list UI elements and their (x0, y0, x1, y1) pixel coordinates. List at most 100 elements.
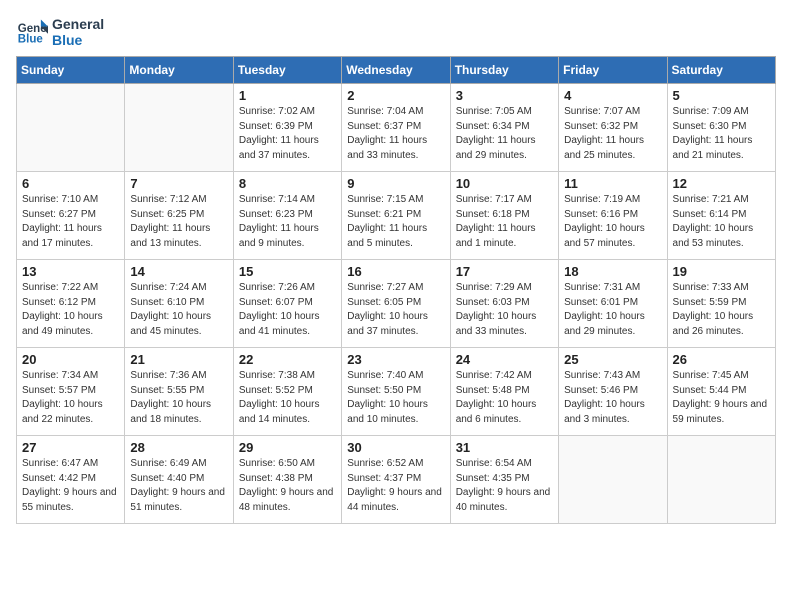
day-info: Sunrise: 7:34 AMSunset: 5:57 PMDaylight:… (22, 369, 119, 427)
calendar-cell: 31 Sunrise: 6:54 AMSunset: 4:35 PMDayligh… (450, 436, 558, 524)
day-number: 17 (456, 264, 553, 279)
day-number: 19 (673, 264, 770, 279)
day-info: Sunrise: 7:14 AMSunset: 6:23 PMDaylight:… (239, 193, 336, 251)
day-number: 22 (239, 352, 336, 367)
calendar-cell (559, 436, 667, 524)
calendar-cell: 23 Sunrise: 7:40 AMSunset: 5:50 PMDayligh… (342, 348, 450, 436)
day-info: Sunrise: 7:04 AMSunset: 6:37 PMDaylight:… (347, 105, 444, 163)
calendar-week-2: 6 Sunrise: 7:10 AMSunset: 6:27 PMDaylight… (17, 172, 776, 260)
day-info: Sunrise: 6:47 AMSunset: 4:42 PMDaylight:… (22, 457, 119, 515)
logo: General Blue General Blue (16, 16, 104, 48)
day-info: Sunrise: 7:15 AMSunset: 6:21 PMDaylight:… (347, 193, 444, 251)
day-number: 13 (22, 264, 119, 279)
day-info: Sunrise: 7:17 AMSunset: 6:18 PMDaylight:… (456, 193, 553, 251)
calendar-cell: 29Sunrise: 6:50 AMSunset: 4:38 PMDayligh… (233, 436, 341, 524)
calendar-cell: 18 Sunrise: 7:31 AMSunset: 6:01 PMDayligh… (559, 260, 667, 348)
calendar-week-1: 1 Sunrise: 7:02 AMSunset: 6:39 PMDaylight… (17, 84, 776, 172)
calendar-cell: 12Sunrise: 7:21 AMSunset: 6:14 PMDayligh… (667, 172, 775, 260)
calendar-cell: 11 Sunrise: 7:19 AMSunset: 6:16 PMDayligh… (559, 172, 667, 260)
day-info: Sunrise: 7:10 AMSunset: 6:27 PMDaylight:… (22, 193, 119, 251)
calendar-table: SundayMondayTuesdayWednesdayThursdayFrid… (16, 56, 776, 524)
day-info: Sunrise: 7:33 AMSunset: 5:59 PMDaylight:… (673, 281, 770, 339)
day-info: Sunrise: 7:36 AMSunset: 5:55 PMDaylight:… (130, 369, 227, 427)
day-number: 14 (130, 264, 227, 279)
calendar-cell: 20 Sunrise: 7:34 AMSunset: 5:57 PMDayligh… (17, 348, 125, 436)
day-number: 4 (564, 88, 661, 103)
day-number: 28 (130, 440, 227, 455)
day-number: 15 (239, 264, 336, 279)
calendar-cell: 2Sunrise: 7:04 AMSunset: 6:37 PMDaylight… (342, 84, 450, 172)
day-number: 18 (564, 264, 661, 279)
calendar-cell (667, 436, 775, 524)
logo-icon: General Blue (16, 16, 48, 48)
day-number: 3 (456, 88, 553, 103)
weekday-header-wednesday: Wednesday (342, 57, 450, 84)
weekday-header-saturday: Saturday (667, 57, 775, 84)
weekday-header-friday: Friday (559, 57, 667, 84)
calendar-cell: 15Sunrise: 7:26 AMSunset: 6:07 PMDayligh… (233, 260, 341, 348)
calendar-cell (17, 84, 125, 172)
day-info: Sunrise: 7:07 AMSunset: 6:32 PMDaylight:… (564, 105, 661, 163)
day-number: 20 (22, 352, 119, 367)
day-info: Sunrise: 6:49 AMSunset: 4:40 PMDaylight:… (130, 457, 227, 515)
day-info: Sunrise: 6:54 AMSunset: 4:35 PMDaylight:… (456, 457, 553, 515)
weekday-header-thursday: Thursday (450, 57, 558, 84)
day-info: Sunrise: 7:40 AMSunset: 5:50 PMDaylight:… (347, 369, 444, 427)
day-number: 26 (673, 352, 770, 367)
weekday-header-sunday: Sunday (17, 57, 125, 84)
calendar-cell: 13 Sunrise: 7:22 AMSunset: 6:12 PMDayligh… (17, 260, 125, 348)
day-info: Sunrise: 7:43 AMSunset: 5:46 PMDaylight:… (564, 369, 661, 427)
day-number: 23 (347, 352, 444, 367)
day-info: Sunrise: 7:42 AMSunset: 5:48 PMDaylight:… (456, 369, 553, 427)
calendar-cell: 6 Sunrise: 7:10 AMSunset: 6:27 PMDaylight… (17, 172, 125, 260)
weekday-header-tuesday: Tuesday (233, 57, 341, 84)
day-number: 1 (239, 88, 336, 103)
day-number: 30 (347, 440, 444, 455)
calendar-cell: 4 Sunrise: 7:07 AMSunset: 6:32 PMDaylight… (559, 84, 667, 172)
calendar-cell: 14 Sunrise: 7:24 AMSunset: 6:10 PMDayligh… (125, 260, 233, 348)
calendar-cell (125, 84, 233, 172)
day-info: Sunrise: 7:29 AMSunset: 6:03 PMDaylight:… (456, 281, 553, 339)
calendar-cell: 9 Sunrise: 7:15 AMSunset: 6:21 PMDaylight… (342, 172, 450, 260)
day-number: 31 (456, 440, 553, 455)
calendar-cell: 19 Sunrise: 7:33 AMSunset: 5:59 PMDayligh… (667, 260, 775, 348)
day-number: 16 (347, 264, 444, 279)
weekday-header-row: SundayMondayTuesdayWednesdayThursdayFrid… (17, 57, 776, 84)
day-number: 9 (347, 176, 444, 191)
calendar-cell: 17 Sunrise: 7:29 AMSunset: 6:03 PMDayligh… (450, 260, 558, 348)
day-info: Sunrise: 7:12 AMSunset: 6:25 PMDaylight:… (130, 193, 227, 251)
day-number: 8 (239, 176, 336, 191)
calendar-cell: 3 Sunrise: 7:05 AMSunset: 6:34 PMDaylight… (450, 84, 558, 172)
day-info: Sunrise: 7:24 AMSunset: 6:10 PMDaylight:… (130, 281, 227, 339)
day-info: Sunrise: 7:02 AMSunset: 6:39 PMDaylight:… (239, 105, 336, 163)
calendar-cell: 1 Sunrise: 7:02 AMSunset: 6:39 PMDaylight… (233, 84, 341, 172)
day-info: Sunrise: 7:38 AMSunset: 5:52 PMDaylight:… (239, 369, 336, 427)
day-info: Sunrise: 7:05 AMSunset: 6:34 PMDaylight:… (456, 105, 553, 163)
day-number: 6 (22, 176, 119, 191)
day-number: 11 (564, 176, 661, 191)
calendar-cell: 27Sunrise: 6:47 AMSunset: 4:42 PMDayligh… (17, 436, 125, 524)
logo-general: General (52, 16, 104, 32)
calendar-cell: 16Sunrise: 7:27 AMSunset: 6:05 PMDayligh… (342, 260, 450, 348)
calendar-cell: 25 Sunrise: 7:43 AMSunset: 5:46 PMDayligh… (559, 348, 667, 436)
day-number: 10 (456, 176, 553, 191)
day-number: 12 (673, 176, 770, 191)
calendar-week-3: 13 Sunrise: 7:22 AMSunset: 6:12 PMDayligh… (17, 260, 776, 348)
calendar-cell: 22 Sunrise: 7:38 AMSunset: 5:52 PMDayligh… (233, 348, 341, 436)
day-number: 5 (673, 88, 770, 103)
calendar-cell: 26Sunrise: 7:45 AMSunset: 5:44 PMDayligh… (667, 348, 775, 436)
calendar-cell: 10 Sunrise: 7:17 AMSunset: 6:18 PMDayligh… (450, 172, 558, 260)
day-info: Sunrise: 7:31 AMSunset: 6:01 PMDaylight:… (564, 281, 661, 339)
day-number: 25 (564, 352, 661, 367)
calendar-cell: 21Sunrise: 7:36 AMSunset: 5:55 PMDayligh… (125, 348, 233, 436)
day-info: Sunrise: 7:19 AMSunset: 6:16 PMDaylight:… (564, 193, 661, 251)
calendar-cell: 28 Sunrise: 6:49 AMSunset: 4:40 PMDayligh… (125, 436, 233, 524)
svg-text:Blue: Blue (18, 34, 44, 46)
calendar-cell: 24 Sunrise: 7:42 AMSunset: 5:48 PMDayligh… (450, 348, 558, 436)
day-number: 24 (456, 352, 553, 367)
day-info: Sunrise: 6:52 AMSunset: 4:37 PMDaylight:… (347, 457, 444, 515)
page-header: General Blue General Blue (16, 16, 776, 48)
day-info: Sunrise: 7:22 AMSunset: 6:12 PMDaylight:… (22, 281, 119, 339)
day-info: Sunrise: 7:09 AMSunset: 6:30 PMDaylight:… (673, 105, 770, 163)
day-number: 7 (130, 176, 227, 191)
